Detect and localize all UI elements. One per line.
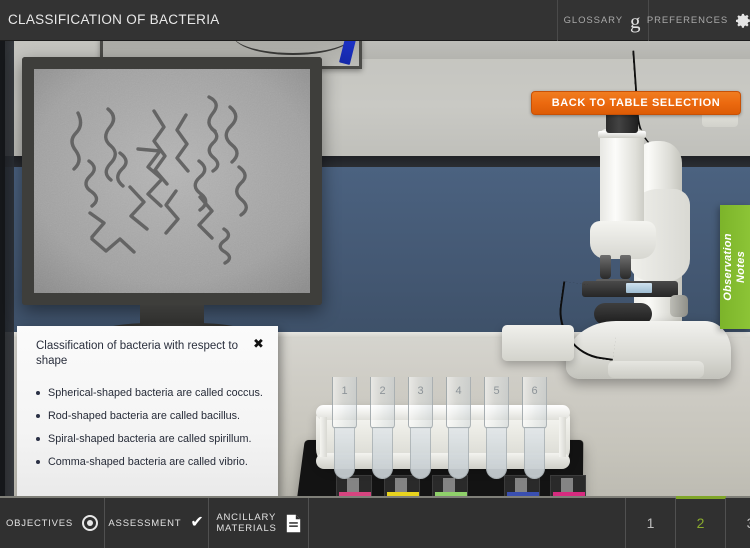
test-tube-contents — [524, 427, 545, 479]
close-icon[interactable]: ✖ — [252, 337, 265, 350]
slide-specimen — [347, 478, 359, 492]
microscope-focus-knob[interactable] — [670, 295, 688, 317]
test-tube[interactable]: 3 — [408, 377, 433, 479]
rack-post — [320, 417, 327, 457]
page-navigation: 123 — [625, 496, 750, 548]
microscope-objective-lens-1 — [600, 255, 611, 279]
info-dialog-bullet-list: Spherical-shaped bacteria are called coc… — [35, 386, 267, 478]
page-button-1[interactable]: 1 — [625, 498, 675, 548]
preferences-label: PREFERENCES — [646, 15, 729, 26]
microscope-base-front — [608, 361, 704, 378]
microscope[interactable] — [502, 47, 738, 381]
info-dialog-title: Classification of bacteria with respect … — [36, 340, 238, 367]
test-tube[interactable]: 6 — [522, 377, 547, 479]
objectives-button[interactable]: OBJECTIVES — [0, 498, 104, 548]
computer-monitor[interactable] — [22, 57, 322, 341]
info-dialog-bullet: Rod-shaped bacteria are called bacillus. — [35, 409, 267, 423]
page-button-2[interactable]: 2 — [675, 496, 726, 548]
assessment-label: ASSESSMENT — [108, 517, 182, 529]
test-tube-number: 2 — [379, 385, 386, 397]
monitor-screen-microscope-view — [34, 69, 310, 293]
test-tube[interactable]: 4 — [446, 377, 471, 479]
microscope-nosepiece — [590, 221, 656, 259]
glossary-button[interactable]: GLOSSARY g — [557, 0, 647, 41]
slide-specimen — [443, 478, 455, 492]
test-tube-rack[interactable]: 1 2 3 4 5 6 — [316, 377, 570, 479]
info-dialog-bullet: Spherical-shaped bacteria are called coc… — [35, 386, 267, 400]
document-icon — [286, 514, 301, 533]
observation-notes-tab[interactable]: Observation Notes — [720, 205, 750, 329]
g-letter-icon: g — [629, 9, 642, 34]
preferences-button[interactable]: PREFERENCES — [646, 0, 750, 41]
slide-specimen — [395, 478, 407, 492]
back-to-table-selection-button[interactable]: BACK TO TABLE SELECTION — [531, 91, 741, 115]
microscope-body-tube — [600, 129, 644, 229]
microscope-left-block — [502, 325, 574, 361]
observation-notes-line1: Observation — [722, 233, 734, 301]
test-tube-number: 1 — [341, 385, 348, 397]
page-button-3[interactable]: 3 — [725, 498, 750, 548]
lab-scene: 1 2 3 4 5 6 Observation Notes BACK TO TABLE S… — [0, 41, 750, 498]
observation-notes-line2: Notes — [735, 250, 747, 284]
ancillary-materials-button[interactable]: ANCILLARY MATERIALS — [208, 498, 308, 548]
target-icon — [82, 515, 99, 531]
test-tube-contents — [486, 427, 507, 479]
test-tube-contents — [334, 427, 355, 479]
test-tube-number: 3 — [417, 385, 424, 397]
glossary-label: GLOSSARY — [563, 15, 623, 26]
rack-post — [559, 417, 566, 457]
test-tube[interactable]: 2 — [370, 377, 395, 479]
microscope-mounted-slide[interactable] — [626, 283, 652, 293]
slide-specimen — [515, 478, 527, 492]
ancillary-materials-label: ANCILLARY MATERIALS — [216, 512, 276, 534]
left-edge-shadow — [0, 41, 5, 498]
info-dialog-bullet: Comma-shaped bacteria are called vibrio. — [35, 455, 267, 469]
test-tube-number: 4 — [455, 385, 462, 397]
page-title: CLASSIFICATION OF BACTERIA — [8, 12, 220, 27]
check-icon: ✔ — [190, 514, 205, 531]
test-tube-contents — [448, 427, 469, 479]
info-dialog-bullet: Spiral-shaped bacteria are called spiril… — [35, 432, 267, 446]
test-tube[interactable]: 5 — [484, 377, 509, 479]
info-dialog: Classification of bacteria with respect … — [17, 326, 278, 498]
test-tube[interactable]: 1 — [332, 377, 357, 479]
upper-shelf-right — [362, 41, 750, 59]
assessment-button[interactable]: ASSESSMENT ✔ — [104, 498, 208, 548]
ancillary-line2: MATERIALS — [216, 523, 277, 534]
test-tube-contents — [372, 427, 393, 479]
test-tube-number: 6 — [531, 385, 538, 397]
test-tube-contents — [410, 427, 431, 479]
slide-specimen — [561, 478, 573, 492]
test-tube-number: 5 — [493, 385, 500, 397]
application-window: CLASSIFICATION OF BACTERIA GLOSSARY g PR… — [0, 0, 750, 548]
app-header: CLASSIFICATION OF BACTERIA GLOSSARY g PR… — [0, 0, 750, 41]
observation-notes-label: Observation Notes — [722, 233, 748, 301]
microscope-objective-lens-2 — [620, 255, 631, 279]
gear-icon — [735, 12, 750, 29]
ancillary-line1: ANCILLARY — [216, 512, 277, 523]
toolbar-divider-1 — [308, 498, 309, 548]
bottom-toolbar: OBJECTIVES ASSESSMENT ✔ ANCILLARY MATERI… — [0, 496, 750, 548]
objectives-label: OBJECTIVES — [5, 517, 74, 529]
